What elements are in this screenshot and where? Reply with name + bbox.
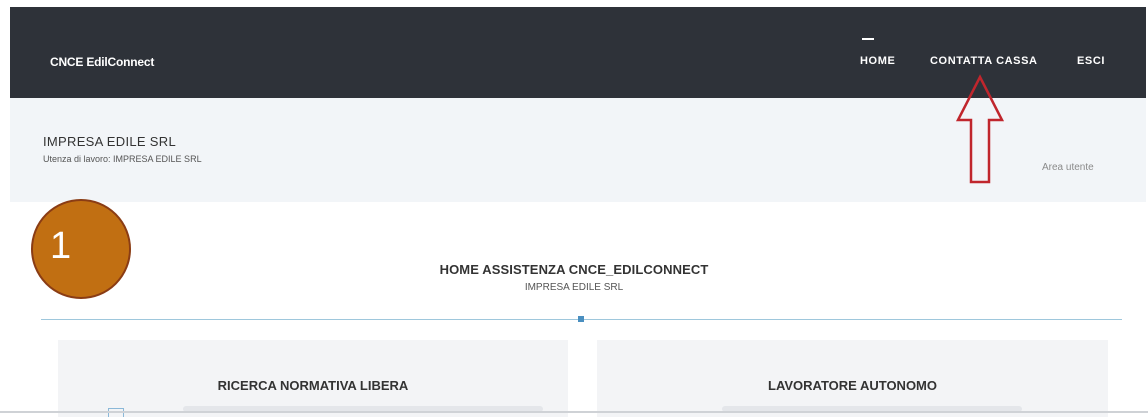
divider-dot bbox=[578, 316, 584, 322]
nav-home[interactable]: HOME bbox=[860, 55, 895, 67]
card-lavoratore-autonomo[interactable]: LAVORATORE AUTONOMO bbox=[597, 340, 1108, 417]
card-title: LAVORATORE AUTONOMO bbox=[768, 378, 937, 393]
page-title: HOME ASSISTENZA CNCE_EDILCONNECT bbox=[439, 262, 709, 277]
nav-contatta-cassa[interactable]: CONTATTA CASSA bbox=[930, 55, 1038, 67]
page-subtitle: IMPRESA EDILE SRL bbox=[524, 282, 624, 293]
active-nav-indicator bbox=[862, 38, 874, 40]
page-bottom-edge bbox=[0, 411, 1148, 413]
user-context-text: Utenza di lavoro: IMPRESA EDILE SRL bbox=[43, 154, 202, 164]
annotation-arrow-up-icon bbox=[955, 74, 1005, 184]
brand-logo-text[interactable]: CNCE EdilConnect bbox=[50, 55, 154, 69]
card-ricerca-normativa[interactable]: RICERCA NORMATIVA LIBERA bbox=[58, 340, 568, 417]
area-utente-link[interactable]: Area utente bbox=[1042, 162, 1094, 173]
card-title: RICERCA NORMATIVA LIBERA bbox=[217, 378, 409, 393]
company-name: IMPRESA EDILE SRL bbox=[43, 134, 176, 149]
nav-esci[interactable]: ESCI bbox=[1077, 55, 1105, 67]
